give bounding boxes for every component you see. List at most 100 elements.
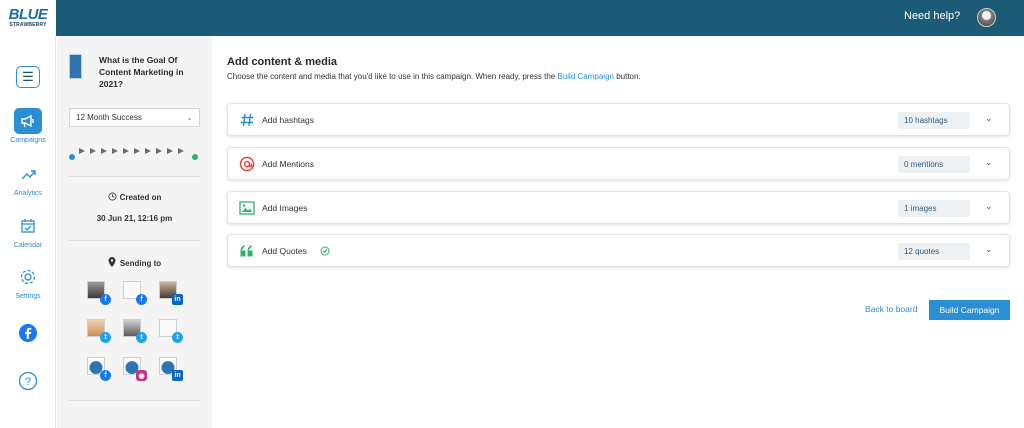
page-title: Add content & media [227,56,338,68]
hashtag-icon [239,112,255,128]
megaphone-icon [14,108,42,134]
svg-text:?: ? [25,376,31,388]
account-linkedin-person[interactable]: in [159,281,183,305]
schedule-timeline [69,148,200,162]
quotes-panel[interactable]: Add Quotes 12 quotes ⌄ [227,234,1010,267]
flag-icon [167,148,173,154]
left-nav: ☰ Campaigns Analytics Calendar Settings … [0,36,56,428]
nav-item-campaigns[interactable]: Campaigns [0,108,56,144]
hashtags-panel[interactable]: Add hashtags 10 hashtags ⌄ [227,103,1010,136]
nav-label-settings: Settings [15,293,41,300]
flag-icon [134,148,140,154]
nav-facebook[interactable] [0,320,56,346]
facebook-icon: f [100,294,111,305]
timeline-end-dot [192,154,198,160]
flag-icon [156,148,162,154]
page-subtitle: Choose the content and media that you'd … [227,72,641,81]
account-twitter-person[interactable]: t [87,319,111,343]
divider [69,240,200,241]
hamburger-icon: ☰ [22,69,34,84]
linkedin-icon: in [172,370,183,381]
nav-label-campaigns: Campaigns [10,137,46,144]
linkedin-icon: in [172,294,183,305]
schedule-select-value: 12 Month Success [76,113,142,122]
account-twitter-person-2[interactable]: t [123,319,147,343]
mentions-panel[interactable]: Add Mentions 0 mentions ⌄ [227,147,1010,180]
calendar-icon [14,213,42,239]
logo-text: BLUE [8,6,48,23]
chevron-down-icon[interactable]: ⌄ [985,201,993,212]
created-label-text: Created on [119,193,162,202]
account-linkedin-brand[interactable]: in [159,357,183,381]
post-title: What is the Goal Of Content Marketing in… [99,55,184,89]
flag-icon [101,148,107,154]
brand-logo[interactable]: BLUE STRAWBERRY [0,0,56,36]
mentions-label: Add Mentions [262,159,314,169]
gear-icon [14,264,42,290]
account-facebook-page[interactable]: f [123,281,147,305]
need-help-link[interactable]: Need help? [904,10,960,22]
chevron-down-icon[interactable]: ⌄ [985,244,993,255]
check-circle-icon [320,246,330,256]
images-panel[interactable]: Add Images 1 images ⌄ [227,191,1010,224]
account-facebook-brand[interactable]: f [87,357,111,381]
images-label: Add Images [262,203,308,213]
nav-item-settings[interactable]: Settings [0,264,56,300]
quotes-label: Add Quotes [262,246,307,256]
divider [69,400,200,401]
flag-icon [178,148,184,154]
created-date: 30 Jun 21, 12:16 pm [96,214,173,223]
post-thumbnail [69,54,82,79]
chevron-down-icon: ⌄ [186,113,193,122]
back-to-board-link[interactable]: Back to board [865,304,917,314]
trend-icon [14,161,42,187]
nav-help[interactable]: ? [0,368,56,394]
flag-icon [112,148,118,154]
account-twitter-page[interactable]: t [159,319,183,343]
flag-icon [123,148,129,154]
facebook-icon: f [136,294,147,305]
twitter-icon: t [136,332,147,343]
hashtags-label: Add hashtags [262,115,314,125]
subtitle-text-end: button. [616,72,641,81]
nav-label-analytics: Analytics [13,190,42,197]
twitter-icon: t [100,332,111,343]
chevron-down-icon[interactable]: ⌄ [985,157,993,168]
nav-item-calendar[interactable]: Calendar [0,213,56,249]
user-avatar[interactable] [977,8,996,27]
timeline-start-dot [69,154,75,160]
clock-icon [108,192,117,201]
image-icon [239,200,255,216]
flag-icon [90,148,96,154]
subtitle-text: Choose the content and media that you'd … [227,72,556,81]
schedule-select[interactable]: 12 Month Success ⌄ [69,108,200,127]
nav-item-analytics[interactable]: Analytics [0,161,56,197]
facebook-icon [14,320,42,346]
build-campaign-link[interactable]: Build Campaign [557,72,613,81]
top-bar: BLUE STRAWBERRY Need help? [0,0,1024,36]
chevron-down-icon[interactable]: ⌄ [985,113,993,124]
divider [69,176,200,177]
mentions-count: 0 mentions [898,156,970,173]
quotes-count: 12 quotes [898,243,970,260]
flag-icon [145,148,151,154]
at-icon [239,156,255,172]
nav-label-calendar: Calendar [13,242,43,249]
sending-label: Sending to [57,257,212,268]
images-count: 1 images [898,200,970,217]
menu-toggle-button[interactable]: ☰ [16,66,40,88]
campaign-sidebar: What is the Goal Of Content Marketing in… [57,36,212,428]
flag-icon [79,148,85,154]
logo-subtext: STRAWBERRY [9,22,47,28]
facebook-icon: f [100,370,111,381]
hashtags-count: 10 hashtags [898,112,970,129]
account-facebook-person[interactable]: f [87,281,111,305]
location-pin-icon [108,257,116,267]
quote-icon [239,243,255,259]
account-instagram-brand[interactable]: ◉ [123,357,147,381]
twitter-icon: t [172,332,183,343]
question-icon: ? [14,368,42,394]
sending-label-text: Sending to [119,259,162,268]
build-campaign-button[interactable]: Build Campaign [929,300,1010,320]
instagram-icon: ◉ [136,370,147,381]
